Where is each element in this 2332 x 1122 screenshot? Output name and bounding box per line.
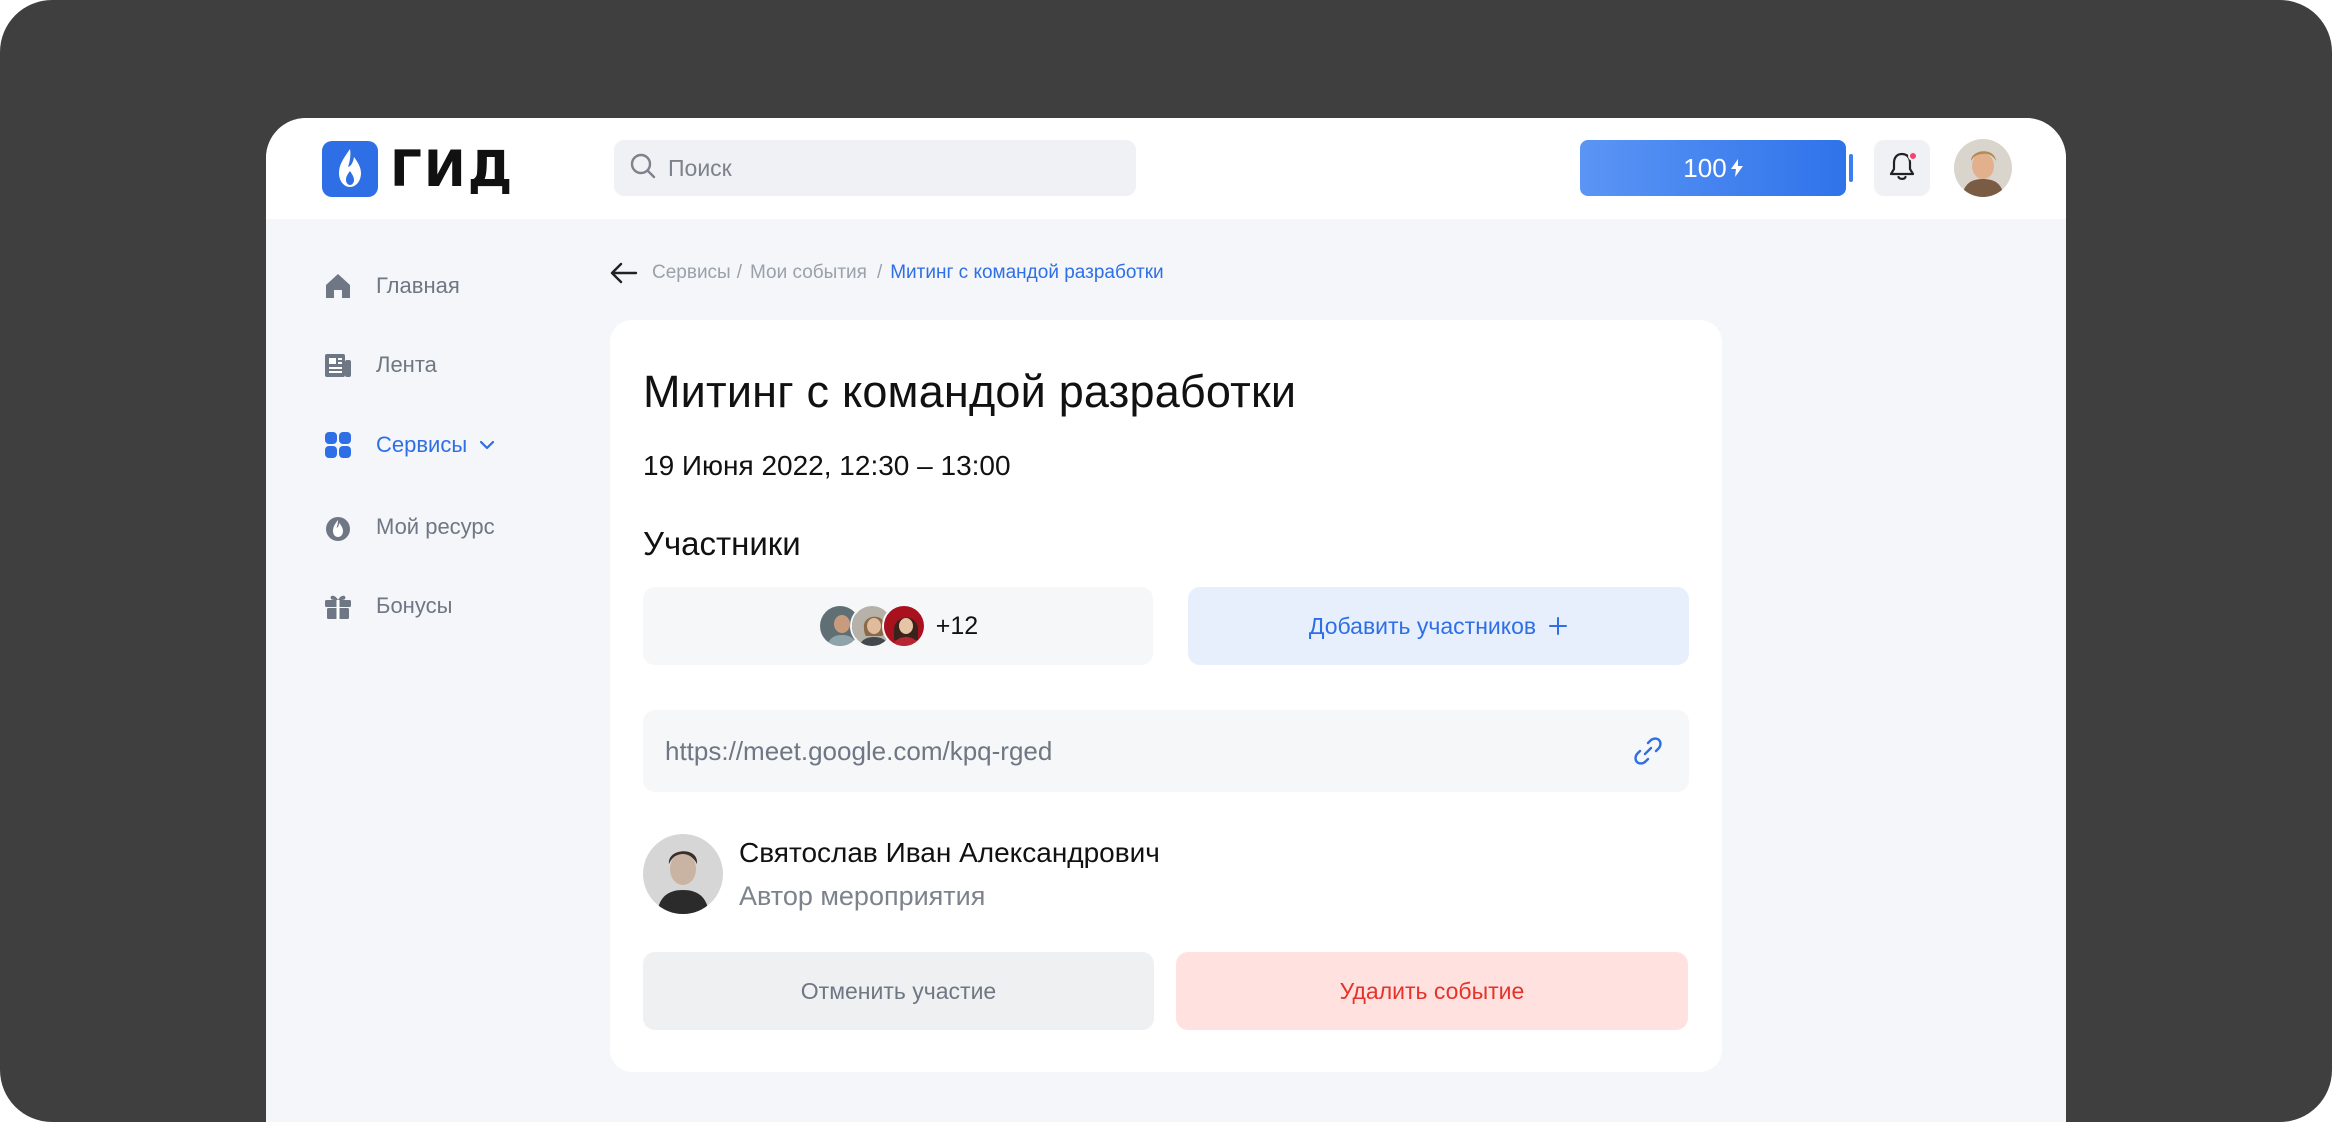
search-icon	[628, 151, 658, 186]
event-datetime: 19 Июня 2022, 12:30 – 13:00	[643, 450, 1011, 481]
sidebar-item-label: Сервисы	[376, 432, 468, 457]
sidebar-item-label: Бонусы	[376, 593, 453, 618]
plus-icon	[1548, 616, 1568, 636]
breadcrumb-separator: /	[876, 262, 883, 283]
gift-icon	[322, 590, 354, 622]
sidebar-item-feed[interactable]: Лента	[322, 345, 582, 385]
back-arrow-icon[interactable]	[610, 256, 644, 290]
sidebar-item-label: Главная	[376, 273, 460, 298]
sidebar-item-home[interactable]: Главная	[322, 266, 582, 306]
notification-badge	[1908, 151, 1918, 161]
search-input[interactable]	[668, 154, 1108, 182]
news-icon	[322, 349, 354, 381]
notifications-button[interactable]	[1874, 140, 1930, 196]
participants-heading: Участники	[643, 525, 801, 562]
user-avatar[interactable]	[1954, 139, 2012, 197]
sidebar-item-my-resource[interactable]: Мой ресурс	[322, 507, 582, 547]
grid-icon	[322, 429, 354, 461]
balance-value: 100	[1683, 152, 1727, 183]
breadcrumb-separator: /	[736, 262, 742, 283]
participant-avatars	[817, 604, 926, 648]
search-box[interactable]	[614, 140, 1136, 196]
lightning-icon	[1730, 159, 1743, 177]
event-title: Митинг с командой разработки	[643, 366, 1297, 417]
app-window: ГИД 100	[266, 118, 2066, 1122]
sidebar-item-services[interactable]: Сервисы	[322, 425, 582, 465]
breadcrumb-current: Митинг с командой разработки	[890, 262, 1164, 283]
sidebar-item-label: Мой ресурс	[376, 514, 495, 539]
device-frame: ГИД 100	[0, 0, 2332, 1122]
cancel-participation-label: Отменить участие	[800, 977, 997, 1004]
flame-logo-icon	[322, 141, 378, 197]
author-info: Святослав Иван Александрович Автор мероп…	[739, 837, 1160, 912]
breadcrumb: Сервисы / Мои события / Митинг с командо…	[610, 256, 1164, 290]
author-role: Автор мероприятия	[739, 880, 986, 911]
chevron-down-icon	[479, 440, 495, 450]
logo-text: ГИД	[390, 140, 515, 198]
delete-event-label: Удалить событие	[1339, 977, 1525, 1004]
event-card: Митинг с командой разработки 19 Июня 202…	[610, 320, 1722, 1072]
add-participants-button[interactable]: Добавить участников	[1188, 587, 1689, 665]
participant-avatar	[881, 604, 926, 648]
author-avatar	[643, 834, 723, 914]
sidebar-item-bonuses[interactable]: Бонусы	[322, 586, 582, 626]
balance-indicator	[1849, 154, 1853, 182]
add-participants-label: Добавить участников	[1308, 612, 1537, 639]
top-bar: ГИД 100	[266, 118, 2066, 219]
home-icon	[322, 270, 354, 302]
cancel-participation-button[interactable]: Отменить участие	[643, 952, 1154, 1030]
participants-list[interactable]: +12	[643, 587, 1153, 665]
author-name: Святослав Иван Александрович	[739, 836, 1160, 868]
meeting-link-field[interactable]: https://meet.google.com/kpq-rged	[643, 710, 1689, 792]
delete-event-button[interactable]: Удалить событие	[1176, 952, 1688, 1030]
sidebar-item-label: Лента	[376, 352, 437, 377]
participants-more-count: +12	[935, 611, 979, 640]
event-author: Святослав Иван Александрович Автор мероп…	[643, 834, 1160, 914]
balance-button[interactable]: 100	[1580, 140, 1846, 196]
breadcrumb-services[interactable]: Сервисы	[652, 262, 731, 284]
logo[interactable]: ГИД	[322, 140, 514, 198]
flame-icon	[322, 511, 354, 543]
breadcrumb-my-events[interactable]: Мои события	[750, 262, 867, 284]
link-icon[interactable]	[1631, 734, 1665, 768]
meeting-url: https://meet.google.com/kpq-rged	[665, 735, 1053, 766]
